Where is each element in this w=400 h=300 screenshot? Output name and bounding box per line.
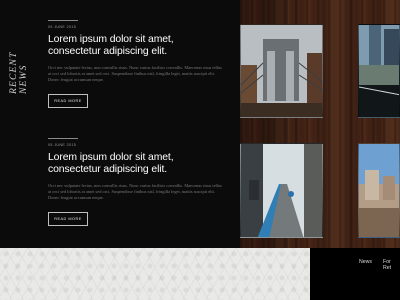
article-date: 05 JUNE 2015 [48,143,77,147]
news-column: RECENT NEWS 05 JUNE 2015 Lorem ipsum dol… [0,0,240,248]
memorial-photo-illustration [359,25,399,117]
read-more-button[interactable]: READ MORE [48,212,88,227]
page: RECENT NEWS 05 JUNE 2015 Lorem ipsum dol… [0,0,400,300]
footer-nav-retail[interactable]: For Ret [383,259,400,271]
article-date: 05 JUNE 2015 [48,25,77,29]
footer-pattern [0,248,310,300]
article-excerpt: Orci nec vulputate lectus, non convallis… [48,183,222,201]
photo-bridge[interactable] [240,24,323,118]
photo-rooftop[interactable] [358,143,400,238]
footer-nav-news[interactable]: News [359,259,372,265]
divider [48,20,78,21]
headline-line: Lorem ipsum dolor sit amet, [48,152,174,163]
photo-memorial[interactable] [358,24,400,118]
article-card: 05 JUNE 2015 Lorem ipsum dolor sit amet,… [48,138,228,227]
rooftop-photo-illustration [359,144,399,237]
article-excerpt: Orci nec vulputate lectus, non convallis… [48,65,222,83]
bridge-photo-illustration [241,25,322,117]
headline-line: Lorem ipsum dolor sit amet, [48,34,174,45]
footer-nav: News For Ret [310,248,400,300]
article-headline[interactable]: Lorem ipsum dolor sit amet, consectetur … [48,34,228,58]
divider [48,138,78,139]
section-title: RECENT NEWS [9,51,29,94]
article-headline[interactable]: Lorem ipsum dolor sit amet, consectetur … [48,152,228,176]
article-card: 05 JUNE 2015 Lorem ipsum dolor sit amet,… [48,20,228,109]
headline-line: consectetur adipiscing elit. [48,46,168,57]
headline-line: consectetur adipiscing elit. [48,164,168,175]
street-photo-illustration [241,144,322,237]
photo-street[interactable] [240,143,323,238]
read-more-button[interactable]: READ MORE [48,94,88,109]
